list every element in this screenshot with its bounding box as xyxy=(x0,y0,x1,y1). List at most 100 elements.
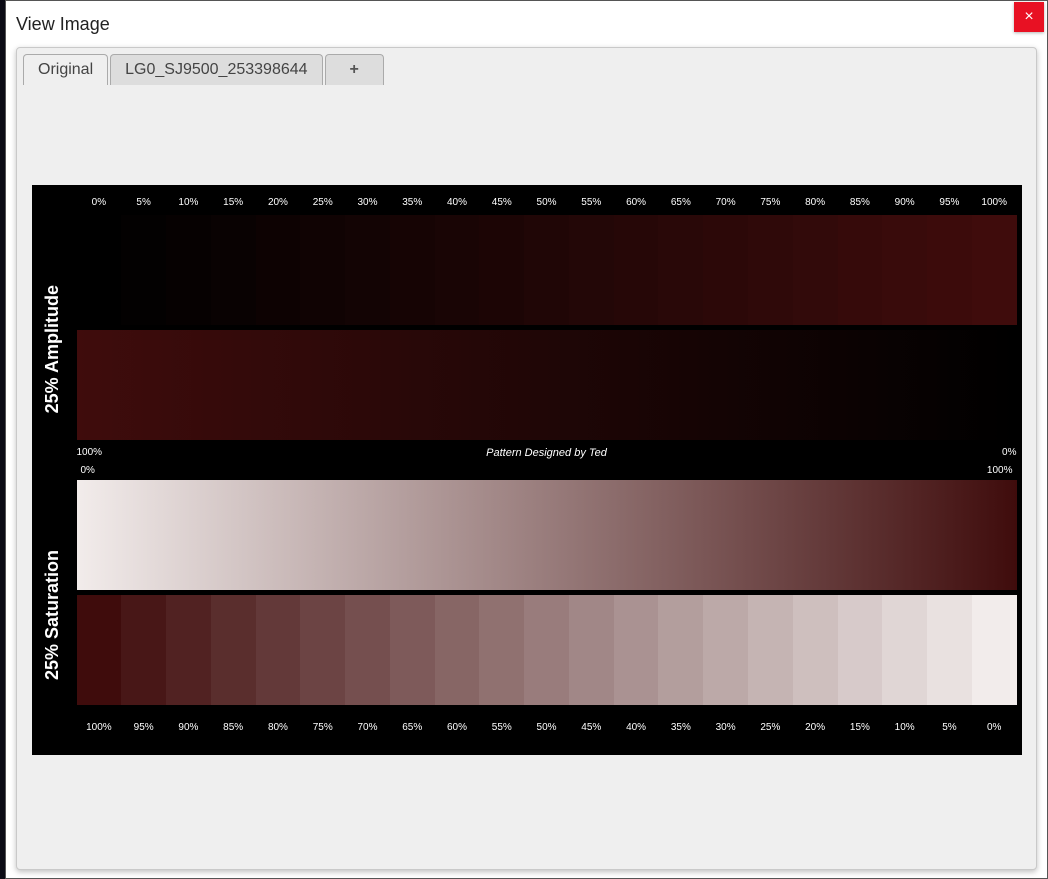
tick-label: 15% xyxy=(838,722,883,733)
tick-label: 75% xyxy=(748,197,793,208)
mid-right-label: 0% xyxy=(1002,447,1016,458)
tick-label: 100% xyxy=(77,722,122,733)
mid2-right-label: 100% xyxy=(987,465,1013,476)
tick-label: 80% xyxy=(256,722,301,733)
close-icon: × xyxy=(1024,8,1033,26)
ramp-step xyxy=(927,215,972,325)
ramp-step xyxy=(479,595,524,705)
window-title: View Image xyxy=(16,14,110,35)
tick-label: 0% xyxy=(77,197,122,208)
tick-label: 55% xyxy=(479,722,524,733)
close-button[interactable]: × xyxy=(1014,2,1044,32)
tick-label: 65% xyxy=(658,197,703,208)
ramp-step xyxy=(658,215,703,325)
tick-label: 90% xyxy=(882,197,927,208)
tick-label: 40% xyxy=(614,722,659,733)
tick-label: 95% xyxy=(927,197,972,208)
tick-label: 10% xyxy=(166,197,211,208)
ramp-step xyxy=(166,215,211,325)
tick-label: 50% xyxy=(524,722,569,733)
ramp-step xyxy=(121,595,166,705)
view-image-window: View Image × Original LG0_SJ9500_2533986… xyxy=(5,0,1048,879)
saturation-desc-strip xyxy=(77,595,1017,705)
ramp-step xyxy=(77,595,122,705)
ramp-step xyxy=(211,215,256,325)
ramp-step xyxy=(614,215,659,325)
ramp-step xyxy=(345,595,390,705)
pattern-credit: Pattern Designed by Ted xyxy=(486,447,607,459)
tick-label: 70% xyxy=(345,722,390,733)
tick-label: 25% xyxy=(748,722,793,733)
ramp-step xyxy=(256,215,301,325)
ramp-step xyxy=(77,215,122,325)
ramp-step xyxy=(793,595,838,705)
ramp-step xyxy=(166,595,211,705)
tick-label: 35% xyxy=(390,197,435,208)
ramp-step xyxy=(345,215,390,325)
tick-label: 5% xyxy=(927,722,972,733)
tick-label: 20% xyxy=(256,197,301,208)
ramp-step xyxy=(882,215,927,325)
tab-strip: Original LG0_SJ9500_253398644 + xyxy=(17,48,1036,85)
ramp-step xyxy=(748,595,793,705)
tick-label: 35% xyxy=(658,722,703,733)
tab-original[interactable]: Original xyxy=(23,54,108,85)
bottom-tick-row: 100%95%90%85%80%75%70%65%60%55%50%45%40%… xyxy=(77,722,1017,733)
ramp-step xyxy=(524,595,569,705)
tick-label: 60% xyxy=(614,197,659,208)
tick-label: 30% xyxy=(703,722,748,733)
ramp-step xyxy=(748,215,793,325)
ramp-step xyxy=(838,595,883,705)
ramp-step xyxy=(524,215,569,325)
amplitude-asc-strip xyxy=(77,215,1017,325)
ramp-step xyxy=(972,215,1017,325)
image-canvas-area: 0%5%10%15%20%25%30%35%40%45%50%55%60%65%… xyxy=(17,85,1036,869)
tick-label: 15% xyxy=(211,197,256,208)
saturation-asc-strip xyxy=(77,480,1017,590)
tick-label: 45% xyxy=(479,197,524,208)
ramp-step xyxy=(972,595,1017,705)
ramp-step xyxy=(211,595,256,705)
tick-label: 10% xyxy=(882,722,927,733)
ramp-step xyxy=(927,595,972,705)
tick-label: 75% xyxy=(300,722,345,733)
ramp-step xyxy=(838,215,883,325)
top-tick-row: 0%5%10%15%20%25%30%35%40%45%50%55%60%65%… xyxy=(77,197,1017,208)
ramp-step xyxy=(121,215,166,325)
mid-label-row: 100% Pattern Designed by Ted 0% xyxy=(77,447,1017,458)
titlebar: View Image × xyxy=(6,1,1047,47)
tick-label: 90% xyxy=(166,722,211,733)
tick-label: 60% xyxy=(435,722,480,733)
test-pattern-image: 0%5%10%15%20%25%30%35%40%45%50%55%60%65%… xyxy=(32,185,1022,755)
amplitude-desc-strip xyxy=(77,330,1017,440)
ramp-step xyxy=(703,595,748,705)
tick-label: 85% xyxy=(838,197,883,208)
ramp-step xyxy=(479,215,524,325)
ramp-step xyxy=(300,595,345,705)
tick-label: 20% xyxy=(793,722,838,733)
tick-label: 25% xyxy=(300,197,345,208)
saturation-label: 25% Saturation xyxy=(42,550,63,680)
tick-label: 50% xyxy=(524,197,569,208)
tick-label: 95% xyxy=(121,722,166,733)
ramp-step xyxy=(390,595,435,705)
mid-left-label: 100% xyxy=(77,447,103,458)
amplitude-label: 25% Amplitude xyxy=(42,285,63,413)
tick-label: 100% xyxy=(972,197,1017,208)
tab-second[interactable]: LG0_SJ9500_253398644 xyxy=(110,54,322,85)
tick-label: 70% xyxy=(703,197,748,208)
mid2-label-row: 0% 100% xyxy=(81,465,1013,476)
ramp-step xyxy=(256,595,301,705)
ramp-step xyxy=(390,215,435,325)
tick-label: 40% xyxy=(435,197,480,208)
ramp-step xyxy=(658,595,703,705)
ramp-step xyxy=(435,595,480,705)
tick-label: 45% xyxy=(569,722,614,733)
ramp-step xyxy=(300,215,345,325)
ramp-step xyxy=(569,215,614,325)
ramp-step xyxy=(793,215,838,325)
tick-label: 0% xyxy=(972,722,1017,733)
client-area: Original LG0_SJ9500_253398644 + 0%5%10%1… xyxy=(16,47,1037,870)
tab-add[interactable]: + xyxy=(325,54,384,85)
ramp-step xyxy=(703,215,748,325)
